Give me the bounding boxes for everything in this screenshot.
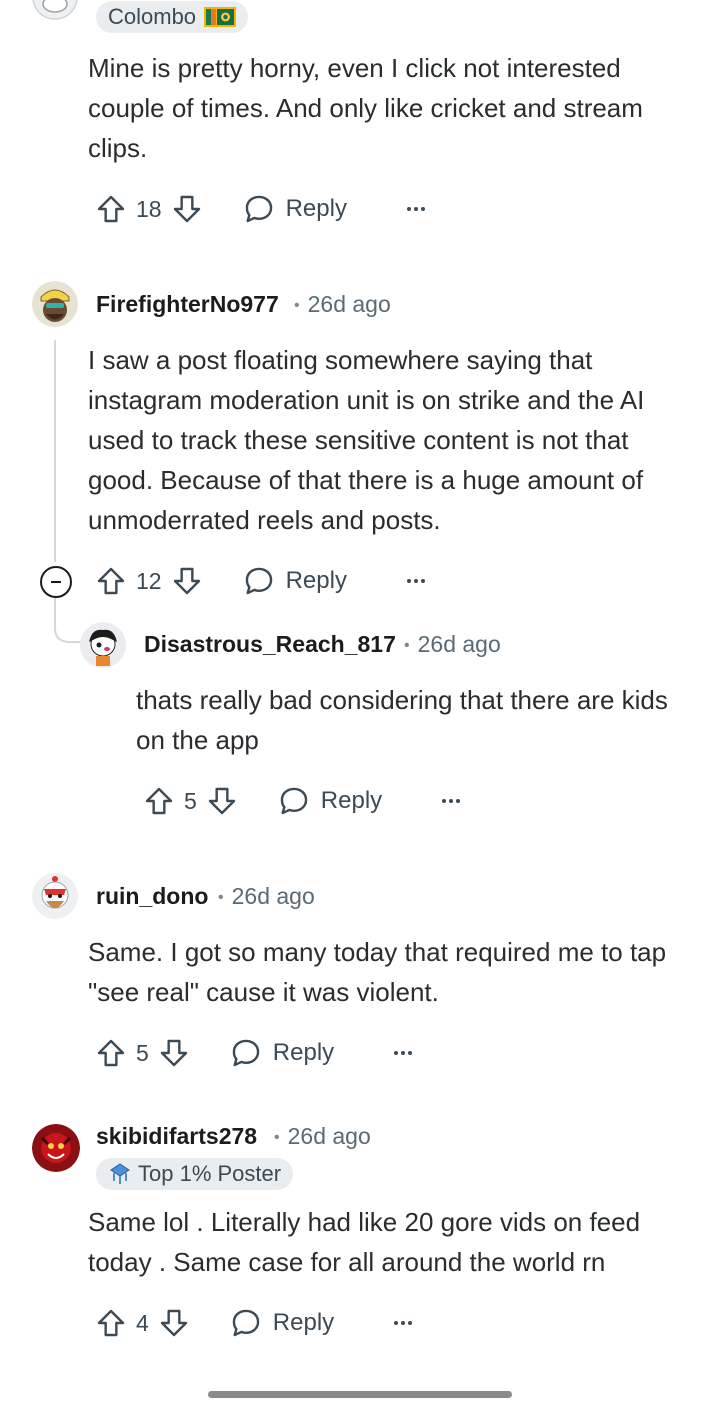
reply-connector — [54, 598, 82, 643]
more-options-icon[interactable] — [401, 566, 431, 596]
more-options-icon[interactable] — [388, 1308, 418, 1338]
avatar[interactable] — [80, 622, 126, 668]
comment-bubble-icon — [277, 784, 311, 818]
comment-actions: 12 Reply — [94, 559, 431, 603]
comment-timestamp: • 26d ago — [404, 631, 501, 657]
reply-button[interactable]: Reply — [277, 784, 382, 818]
upvote-icon[interactable] — [94, 192, 128, 226]
comment-body: Same lol . Literally had like 20 gore vi… — [88, 1207, 641, 1277]
comment-timestamp: • 26d ago — [294, 291, 391, 317]
downvote-icon[interactable] — [157, 1036, 191, 1070]
vote-score: 18 — [136, 195, 162, 222]
comment-actions: 4 Reply — [94, 1301, 418, 1345]
vote-score: 4 — [136, 1309, 149, 1336]
avatar[interactable] — [32, 1124, 80, 1172]
snoo-avatar-icon — [32, 0, 78, 20]
reply-label: Reply — [285, 567, 347, 594]
upvote-icon[interactable] — [142, 784, 176, 818]
reply-label: Reply — [285, 195, 347, 222]
comment-bubble-icon — [229, 1306, 263, 1340]
comment-actions: 5 Reply — [94, 1031, 418, 1075]
comment-bubble-icon — [242, 564, 276, 598]
comment-actions: 5 Reply — [142, 779, 466, 823]
home-indicator[interactable] — [208, 1391, 512, 1398]
comment-bubble-icon — [242, 192, 276, 226]
top-poster-icon — [108, 1162, 132, 1186]
reply-button[interactable]: Reply — [229, 1306, 334, 1340]
username[interactable]: skibidifarts278 — [96, 1123, 257, 1150]
avatar[interactable] — [32, 0, 78, 20]
downvote-icon[interactable] — [170, 192, 204, 226]
upvote-icon[interactable] — [94, 1306, 128, 1340]
reply-button[interactable]: Reply — [242, 192, 347, 226]
avatar[interactable] — [32, 873, 78, 919]
more-options-icon[interactable] — [388, 1038, 418, 1068]
more-options-icon[interactable] — [436, 786, 466, 816]
user-flair: Top 1% Poster — [96, 1158, 294, 1190]
comment-timestamp: • 26d ago — [218, 883, 315, 909]
comment-actions: 18 Reply — [94, 187, 431, 231]
reply-label: Reply — [320, 787, 383, 814]
username[interactable]: FirefighterNo977 — [96, 291, 279, 318]
vote-score: 5 — [136, 1039, 149, 1066]
comment-timestamp: • 26d ago — [274, 1123, 371, 1149]
reply-label: Reply — [272, 1309, 335, 1336]
comment-body: Same. I got so many today that required … — [88, 937, 667, 1007]
reply-button[interactable]: Reply — [242, 564, 347, 598]
downvote-icon[interactable] — [205, 784, 239, 818]
upvote-icon[interactable] — [94, 564, 128, 598]
user-flair: Colombo — [96, 1, 249, 33]
comment-bubble-icon — [229, 1036, 263, 1070]
flair-label: Colombo — [108, 4, 197, 29]
downvote-icon[interactable] — [157, 1306, 191, 1340]
comment-body: I saw a post floating somewhere saying t… — [88, 345, 645, 535]
comment-body: thats really bad considering that there … — [136, 685, 668, 755]
collapse-thread-button[interactable] — [40, 566, 72, 598]
username[interactable]: ruin_dono — [96, 883, 208, 910]
comment-body: Mine is pretty horny, even I click not i… — [88, 53, 643, 163]
flair-label: Top 1% Poster — [138, 1161, 282, 1186]
reply-label: Reply — [272, 1039, 335, 1066]
thread-line — [54, 340, 56, 562]
minus-icon — [51, 581, 61, 583]
username[interactable]: Disastrous_Reach_817 — [144, 631, 396, 658]
reply-button[interactable]: Reply — [229, 1036, 334, 1070]
vote-score: 5 — [184, 787, 197, 814]
sri-lanka-flag-icon — [204, 7, 237, 27]
avatar[interactable] — [32, 281, 78, 327]
upvote-icon[interactable] — [94, 1036, 128, 1070]
vote-score: 12 — [136, 567, 162, 594]
more-options-icon[interactable] — [401, 194, 431, 224]
downvote-icon[interactable] — [170, 564, 204, 598]
